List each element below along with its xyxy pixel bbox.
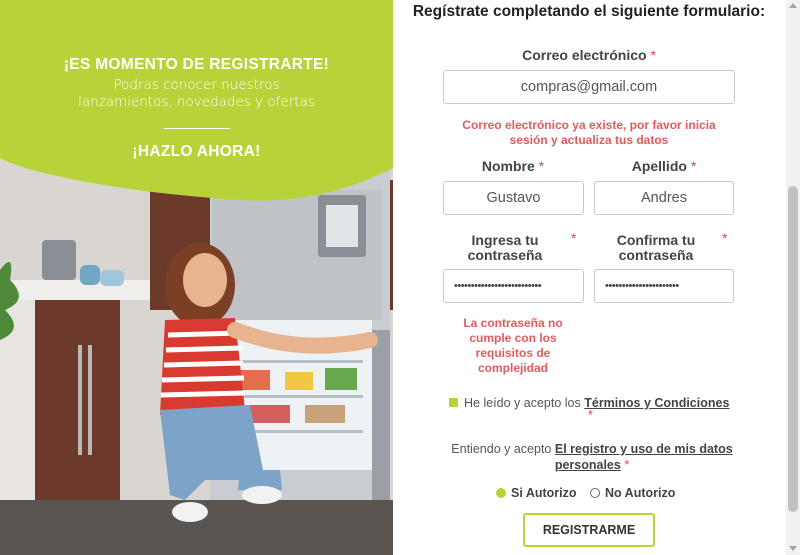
confirm-password-label: Confirma tu contraseña [594,233,718,263]
promo-subline: Podras conocer nuestros lanzamientos, no… [0,77,393,111]
first-name-required-mark: * [538,158,545,174]
data-consent: Entiendo y acepto El registro y uso de m… [437,441,747,473]
last-name-label-text: Apellido [631,158,687,174]
email-error: Correo electrónico ya existe, por favor … [462,118,716,147]
password-required-mark: * [571,230,577,246]
first-name-input[interactable] [443,181,584,215]
last-name-input[interactable] [594,181,734,215]
terms-required-mark: * [588,408,593,422]
confirm-password-label-line-2: contraseña [618,247,694,263]
last-name-label: Apellido * [594,159,734,174]
password-label: Ingresa tu contraseña [443,233,567,263]
confirm-password-input[interactable]: •••••••••••••••••••••• [594,269,734,303]
scroll-up-arrow-icon[interactable] [789,3,797,8]
terms-link[interactable]: Términos y Condiciones [584,396,729,410]
consent-link[interactable]: El registro y uso de mis datos personale… [555,442,733,472]
last-name-required-mark: * [690,158,697,174]
promo-cta: ¡HAZLO AHORA! [132,143,261,160]
password-input[interactable]: •••••••••••••••••••••••••• [443,269,584,303]
promo-divider [163,128,230,129]
authorization-radio-group: Si Autorizo No Autorizo [496,486,685,500]
promo-banner: ¡ES MOMENTO DE REGISTRARTE! Podras conoc… [0,0,393,555]
password-error: La contraseña no cumple con los requisit… [447,316,579,376]
promo-headline: ¡ES MOMENTO DE REGISTRARTE! [63,56,330,73]
promo-subline-1: Podras conocer nuestros [113,77,280,93]
scroll-down-arrow-icon[interactable] [789,546,797,551]
consent-required-mark: * [624,458,630,472]
terms-row: He leído y acepto los Términos y Condici… [449,396,739,422]
scrollbar-thumb[interactable] [788,186,798,512]
email-required-mark: * [650,47,656,63]
radio-si-autorizo-label: Si Autorizo [511,486,577,500]
email-input[interactable] [443,70,735,104]
register-button[interactable]: REGISTRARME [523,513,655,547]
password-error-line-1: La contraseña no [463,316,563,330]
email-label: Correo electrónico * [393,48,785,63]
password-error-line-2: cumple con los [469,331,557,345]
scrollbar[interactable] [786,0,800,555]
first-name-label: Nombre * [443,159,583,174]
radio-no-autorizo[interactable]: No Autorizo [590,486,675,500]
radio-si-autorizo[interactable]: Si Autorizo [496,486,577,500]
radio-no-autorizo-label: No Autorizo [605,486,676,500]
password-label-line-2: contraseña [467,247,543,263]
password-label-line-1: Ingresa tu [471,232,539,248]
registration-form: Regístrate completando el siguiente form… [393,0,800,555]
promo-subline-2: lanzamientos, novedades y ofertas [78,94,315,110]
password-error-line-4: complejidad [477,361,548,375]
first-name-label-text: Nombre [481,158,535,174]
confirm-password-required-mark: * [722,230,728,246]
email-label-text: Correo electrónico [522,47,647,63]
radio-selected-icon [496,487,506,498]
terms-checkbox[interactable] [449,398,458,408]
radio-unselected-icon [590,487,600,498]
consent-text: Entiendo y acepto [451,442,552,456]
form-title: Regístrate completando el siguiente form… [412,3,766,20]
password-error-line-3: requisitos de [475,346,551,360]
terms-text: He leído y acepto los [464,396,581,410]
confirm-password-label-line-1: Confirma tu [616,232,696,248]
